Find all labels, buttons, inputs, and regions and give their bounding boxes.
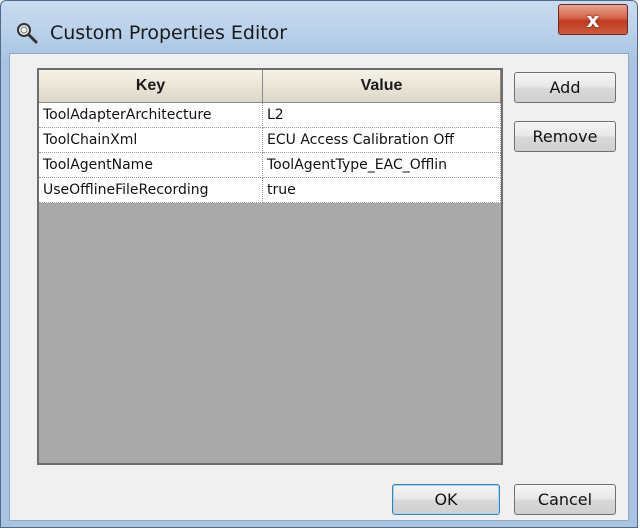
- dialog-client-area: Key Value ToolAdapterArchitecture L2 Too…: [9, 53, 629, 521]
- table-row[interactable]: ToolAgentName ToolAgentType_EAC_Offlin: [39, 153, 501, 178]
- properties-grid[interactable]: Key Value ToolAdapterArchitecture L2 Too…: [37, 68, 503, 465]
- dialog-window: Custom Properties Editor x Key Value Too…: [0, 0, 638, 528]
- column-header-key[interactable]: Key: [39, 70, 263, 103]
- table-row[interactable]: ToolChainXml ECU Access Calibration Off: [39, 128, 501, 153]
- window-title: Custom Properties Editor: [50, 22, 288, 44]
- key-cell[interactable]: UseOfflineFileRecording: [39, 178, 263, 203]
- value-cell[interactable]: ToolAgentType_EAC_Offlin: [263, 153, 501, 178]
- table-row[interactable]: UseOfflineFileRecording true: [39, 178, 501, 203]
- key-cell[interactable]: ToolAdapterArchitecture: [39, 103, 263, 128]
- key-cell[interactable]: ToolChainXml: [39, 128, 263, 153]
- magnifier-icon: [15, 21, 39, 45]
- title-bar[interactable]: Custom Properties Editor x: [1, 1, 637, 61]
- close-button[interactable]: x: [558, 4, 628, 35]
- cancel-button[interactable]: Cancel: [514, 484, 616, 515]
- add-button[interactable]: Add: [514, 72, 616, 103]
- column-header-value[interactable]: Value: [263, 70, 501, 103]
- remove-button[interactable]: Remove: [514, 121, 616, 152]
- value-cell[interactable]: ECU Access Calibration Off: [263, 128, 501, 153]
- table-row[interactable]: ToolAdapterArchitecture L2: [39, 103, 501, 128]
- grid-header: Key Value: [39, 70, 501, 103]
- grid-body: ToolAdapterArchitecture L2 ToolChainXml …: [39, 103, 501, 203]
- key-cell[interactable]: ToolAgentName: [39, 153, 263, 178]
- close-icon: x: [586, 7, 600, 32]
- value-cell[interactable]: true: [263, 178, 501, 203]
- ok-button[interactable]: OK: [392, 484, 500, 515]
- value-cell[interactable]: L2: [263, 103, 501, 128]
